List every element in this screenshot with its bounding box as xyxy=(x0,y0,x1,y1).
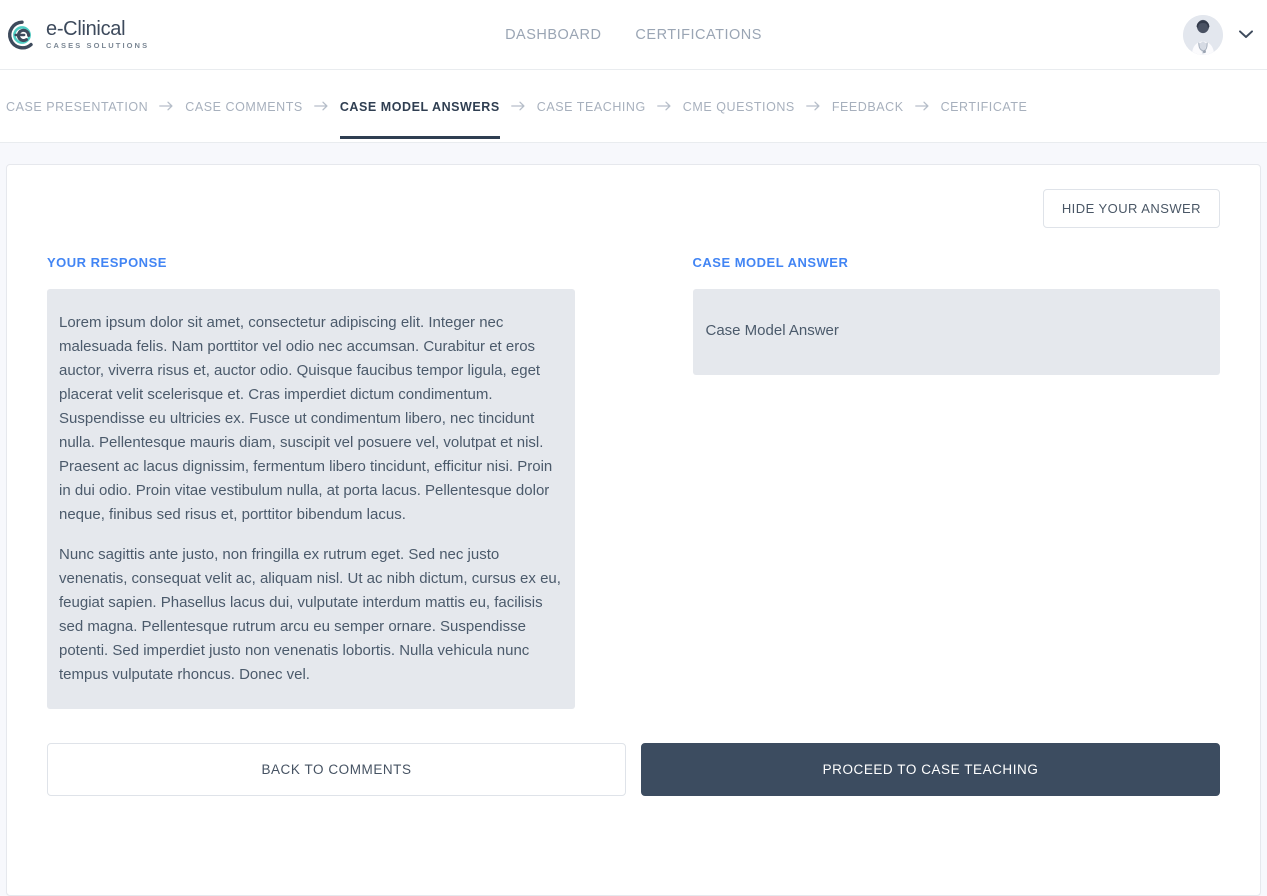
breadcrumb-item-case-model-answers[interactable]: CASE MODEL ANSWERS xyxy=(339,74,500,139)
avatar[interactable] xyxy=(1183,14,1223,55)
main-nav: DASHBOARD CERTIFICATIONS xyxy=(505,27,762,43)
brand-name: e-Clinical xyxy=(46,18,126,41)
breadcrumb-item-case-comments[interactable]: CASE COMMENTS xyxy=(185,74,303,139)
breadcrumb-item-feedback[interactable]: FEEDBACK xyxy=(832,74,904,139)
eclinical-logo-icon xyxy=(6,19,38,51)
your-response-box: Lorem ipsum dolor sit amet, consectetur … xyxy=(47,289,575,709)
chevron-down-icon[interactable] xyxy=(1239,30,1253,39)
arrow-right-icon xyxy=(656,101,672,111)
your-response-column: YOUR RESPONSE Lorem ipsum dolor sit amet… xyxy=(47,255,575,709)
breadcrumb-item-certificate[interactable]: CERTIFICATE xyxy=(941,74,1028,139)
card-toolbar: HIDE YOUR ANSWER xyxy=(47,189,1220,228)
arrow-right-icon xyxy=(510,101,526,111)
nav-item-certifications[interactable]: CERTIFICATIONS xyxy=(635,27,762,43)
breadcrumb: CASE PRESENTATION CASE COMMENTS CASE MOD… xyxy=(0,70,1267,143)
arrow-right-icon xyxy=(805,101,821,111)
brand-logo[interactable]: e-Clinical CASES SOLUTIONS xyxy=(6,19,149,51)
case-model-answer-column: CASE MODEL ANSWER Case Model Answer xyxy=(692,255,1220,709)
your-response-paragraph: Nunc sagittis ante justo, non fringilla … xyxy=(59,546,561,683)
proceed-to-case-teaching-button[interactable]: PROCEED TO CASE TEACHING xyxy=(641,743,1220,796)
your-response-title: YOUR RESPONSE xyxy=(47,255,167,270)
your-response-paragraph: Lorem ipsum dolor sit amet, consectetur … xyxy=(59,314,553,523)
card-footer-actions: BACK TO COMMENTS PROCEED TO CASE TEACHIN… xyxy=(47,743,1220,796)
case-model-answer-box: Case Model Answer xyxy=(692,289,1220,375)
nav-item-dashboard[interactable]: DASHBOARD xyxy=(505,27,601,43)
arrow-right-icon xyxy=(159,101,174,111)
answers-columns: YOUR RESPONSE Lorem ipsum dolor sit amet… xyxy=(47,255,1220,709)
breadcrumb-item-cme-questions[interactable]: CME QUESTIONS xyxy=(683,74,795,139)
back-to-comments-button[interactable]: BACK TO COMMENTS xyxy=(47,743,626,796)
user-menu[interactable] xyxy=(1183,14,1253,55)
hide-your-answer-button[interactable]: HIDE YOUR ANSWER xyxy=(1042,189,1220,228)
page-content: HIDE YOUR ANSWER YOUR RESPONSE Lorem ips… xyxy=(0,143,1267,896)
case-model-answers-card: HIDE YOUR ANSWER YOUR RESPONSE Lorem ips… xyxy=(6,164,1261,896)
brand-tagline: CASES SOLUTIONS xyxy=(46,41,150,51)
breadcrumb-item-case-teaching[interactable]: CASE TEACHING xyxy=(537,74,646,139)
case-model-answer-title: CASE MODEL ANSWER xyxy=(692,255,849,270)
arrow-right-icon xyxy=(313,101,329,111)
breadcrumb-item-case-presentation[interactable]: CASE PRESENTATION xyxy=(6,74,148,139)
case-model-answer-text: Case Model Answer xyxy=(705,322,839,339)
app-header: e-Clinical CASES SOLUTIONS DASHBOARD CER… xyxy=(0,0,1267,70)
arrow-right-icon xyxy=(914,101,930,111)
